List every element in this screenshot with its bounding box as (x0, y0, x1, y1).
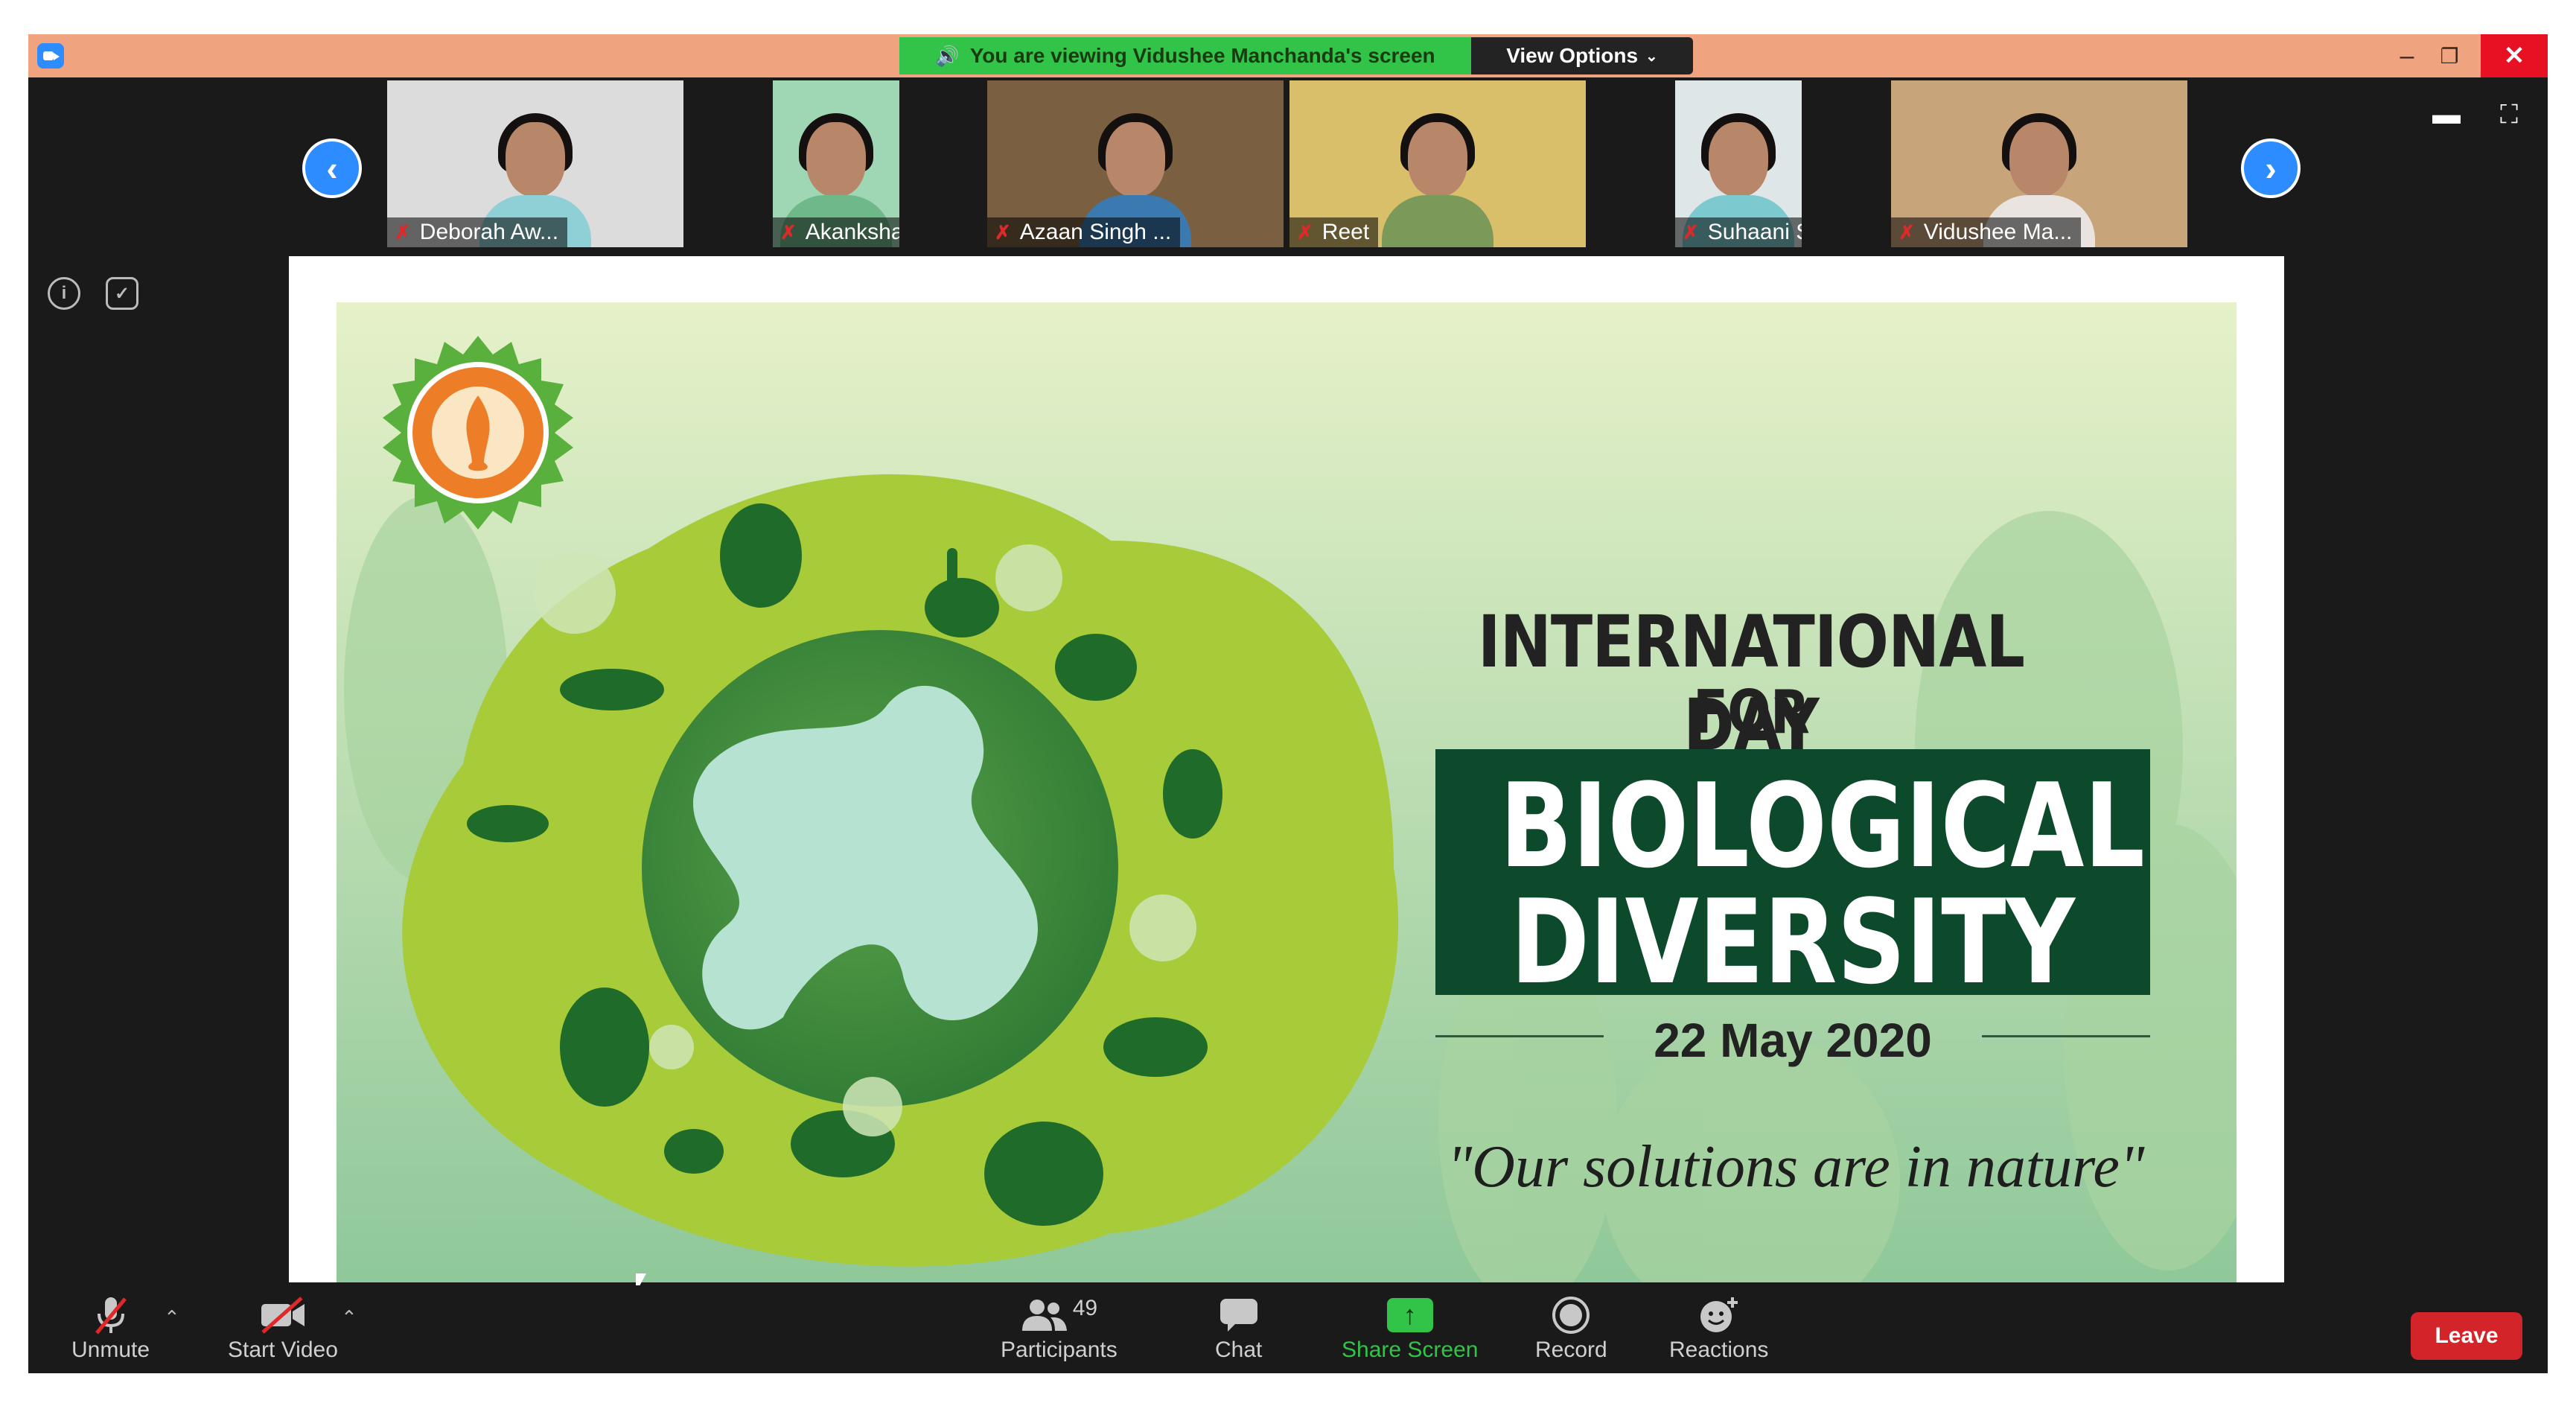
view-layout-icon[interactable]: ▬ (2432, 99, 2461, 130)
participant-tile[interactable]: ✗ Vidushee Ma... (1891, 80, 2187, 247)
filmstrip-prev-button[interactable]: ‹ (302, 139, 362, 198)
security-shield-icon[interactable]: ✓ (106, 277, 138, 310)
participant-tile[interactable]: ✗ Suhaani Sethi (1675, 80, 1802, 247)
leave-label: Leave (2435, 1323, 2499, 1348)
slide-title-line4: DIVERSITY (1510, 874, 2076, 1010)
participant-name-label: ✗ Suhaani Sethi (1675, 217, 1802, 247)
chat-icon (1219, 1293, 1259, 1338)
restore-icon: ❐ (2440, 44, 2459, 68)
close-button[interactable]: ✕ (2481, 34, 2548, 77)
participant-name-label: ✗ Akanksha Sh... (773, 217, 899, 247)
participant-name: Deborah Aw... (419, 220, 559, 244)
participant-name-label: ✗ Vidushee Ma... (1891, 217, 2082, 247)
participants-icon: 49 (1021, 1293, 1097, 1338)
share-screen-icon: ↑ (1386, 1293, 1433, 1338)
participant-name-label: ✗ Deborah Aw... (387, 217, 568, 247)
record-button[interactable]: Record (1535, 1293, 1607, 1363)
leave-button[interactable]: Leave (2411, 1312, 2522, 1360)
chat-button[interactable]: Chat (1215, 1293, 1262, 1363)
restore-button[interactable]: ❐ (2427, 34, 2472, 77)
speaker-icon: 🔊 (935, 44, 960, 67)
audio-options-caret[interactable]: ⌃ (164, 1306, 180, 1329)
video-off-icon (258, 1293, 307, 1338)
participant-name: Suhaani Sethi (1707, 220, 1802, 244)
video-options-caret[interactable]: ⌃ (341, 1306, 357, 1329)
participant-video (1382, 106, 1493, 247)
start-video-button[interactable]: Start Video (228, 1293, 338, 1363)
record-icon (1552, 1293, 1590, 1338)
chevron-left-icon: ‹ (326, 149, 338, 188)
meeting-info-icon[interactable]: i (48, 277, 80, 310)
minimize-icon: – (2400, 41, 2414, 70)
mic-muted-icon (92, 1293, 130, 1338)
participant-tile[interactable]: ✗ Deborah Aw... (387, 80, 683, 247)
participant-name-label: ✗ Azaan Singh ... (987, 217, 1181, 247)
reactions-icon (1698, 1293, 1740, 1338)
participant-name: Vidushee Ma... (1923, 220, 2073, 244)
participants-button[interactable]: 49 Participants (1001, 1293, 1118, 1363)
filmstrip-next-button[interactable]: › (2241, 139, 2301, 198)
participants-label: Participants (1001, 1338, 1118, 1362)
participant-name-label: ✗ Reet (1289, 217, 1379, 247)
participant-name: Akanksha Sh... (805, 220, 899, 244)
chevron-right-icon: › (2265, 149, 2277, 188)
zoom-app-icon (37, 43, 64, 69)
mic-muted-icon: ✗ (780, 220, 797, 244)
mic-muted-icon: ✗ (1297, 220, 1313, 244)
participant-tile[interactable]: ✗ Reet (1289, 80, 1586, 247)
title-bar: 🔊 You are viewing Vidushee Manchanda's s… (28, 34, 2548, 77)
reactions-label: Reactions (1669, 1338, 1769, 1362)
share-screen-button[interactable]: ↑ Share Screen (1342, 1293, 1478, 1363)
participant-tile[interactable]: ✗ Akanksha Sh... (773, 80, 899, 247)
chevron-down-icon: ⌄ (1645, 48, 1658, 65)
view-options-label: View Options (1506, 44, 1639, 67)
participant-tile[interactable]: ✗ Azaan Singh ... (987, 80, 1284, 247)
reactions-button[interactable]: Reactions (1669, 1293, 1768, 1363)
mic-muted-icon: ✗ (995, 220, 1011, 244)
view-options-button[interactable]: View Options ⌄ (1471, 37, 1693, 74)
meeting-toolbar: Unmute ⌃ Start Video ⌃ 49 Participants C… (28, 1285, 2548, 1373)
viewing-text: You are viewing Vidushee Manchanda's scr… (969, 44, 1435, 67)
unmute-button[interactable]: Unmute (71, 1293, 150, 1363)
slide-title-line2: FOR (1693, 678, 1810, 747)
record-label: Record (1535, 1338, 1607, 1362)
slide-content: INTERNATIONAL DAY FOR BIOLOGICAL DIVERSI… (337, 302, 2237, 1282)
mic-muted-icon: ✗ (1683, 220, 1699, 244)
zoom-window: 🔊 You are viewing Vidushee Manchanda's s… (28, 34, 2548, 1373)
fullscreen-icon[interactable]: ⛶ (2494, 100, 2524, 130)
share-screen-label: Share Screen (1342, 1338, 1479, 1362)
shared-screen: INTERNATIONAL DAY FOR BIOLOGICAL DIVERSI… (289, 256, 2284, 1282)
slide-quote: "Our solutions are in nature" (1447, 1134, 2145, 1200)
mic-muted-icon: ✗ (1898, 220, 1915, 244)
unmute-label: Unmute (71, 1338, 150, 1362)
viewing-banner: 🔊 You are viewing Vidushee Manchanda's s… (899, 37, 1471, 74)
close-icon: ✕ (2503, 42, 2525, 70)
slide-title-line3: BIOLOGICAL (1499, 758, 2145, 894)
slide-date: 22 May 2020 (1654, 1014, 1932, 1067)
chat-label: Chat (1215, 1338, 1263, 1362)
participant-name: Reet (1322, 220, 1370, 244)
participants-count: 49 (1072, 1296, 1098, 1320)
participant-name: Azaan Singh ... (1019, 220, 1172, 244)
start-video-label: Start Video (228, 1338, 338, 1362)
mic-muted-icon: ✗ (395, 220, 411, 244)
